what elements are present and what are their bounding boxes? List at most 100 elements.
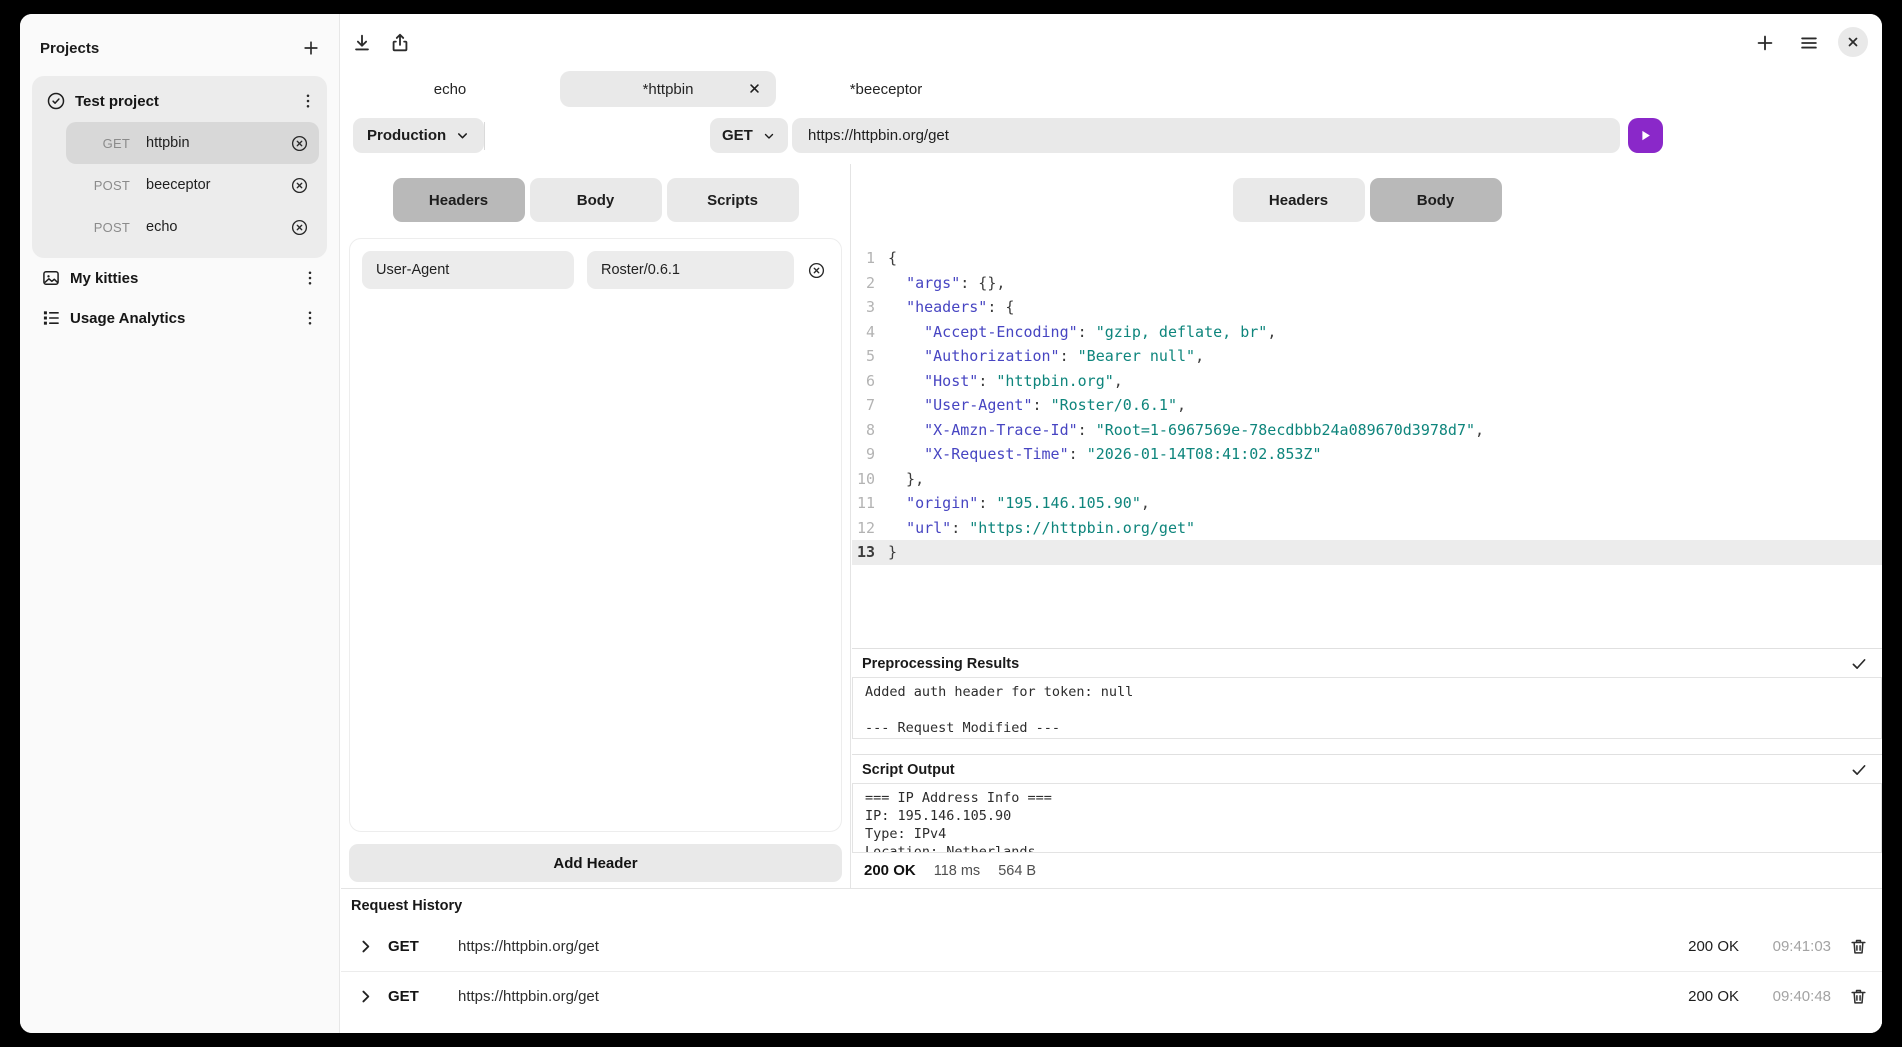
document-tab-echo[interactable]: echo	[341, 71, 559, 107]
history-method: GET	[388, 988, 458, 1005]
check-icon	[1850, 655, 1868, 673]
play-icon	[1638, 128, 1653, 143]
code-line: 12 "url": "https://httpbin.org/get"	[852, 516, 1882, 541]
sidebar-item-usage-analytics[interactable]: Usage Analytics	[20, 298, 339, 338]
line-content: "headers": {	[888, 295, 1014, 320]
my-kitties-kebab-button[interactable]	[301, 268, 319, 288]
send-button[interactable]	[1628, 118, 1663, 153]
history-status: 200 OK	[1688, 988, 1739, 1005]
history-row[interactable]: GEThttps://httpbin.org/get200 OK09:41:03	[341, 921, 1882, 971]
history-status: 200 OK	[1688, 938, 1739, 955]
download-button[interactable]	[351, 32, 373, 54]
sidebar-item-label: My kitties	[70, 270, 301, 287]
sidebar-title: Projects	[40, 40, 99, 57]
clock-check-icon	[46, 91, 66, 111]
line-content: "User-Agent": "Roster/0.6.1",	[888, 393, 1186, 418]
request-history-title: Request History	[341, 889, 1882, 914]
history-row[interactable]: GEThttps://httpbin.org/get200 OK09:40:48	[341, 971, 1882, 1021]
project-request-item[interactable]: POST echo	[66, 206, 319, 248]
expand-row-button[interactable]	[357, 938, 374, 955]
script-output-header[interactable]: Script Output	[852, 754, 1882, 783]
line-number: 12	[852, 516, 875, 541]
project-group-test-project: Test project GEThttpbinPOSTbeeceptorPOST…	[32, 76, 327, 258]
tab-label: echo	[434, 81, 467, 98]
new-tab-button[interactable]	[1754, 32, 1776, 54]
project-request-item[interactable]: GEThttpbin	[66, 122, 319, 164]
code-line: 10 },	[852, 467, 1882, 492]
share-button[interactable]	[389, 32, 411, 54]
add-header-button[interactable]: Add Header	[349, 844, 842, 882]
usage-analytics-kebab-button[interactable]	[301, 308, 319, 328]
script-output-text: === IP Address Info === IP: 195.146.105.…	[852, 783, 1882, 853]
menu-icon	[1798, 32, 1820, 54]
close-request-button[interactable]	[290, 176, 309, 195]
url-input[interactable]	[792, 118, 1620, 153]
status-code: 200 OK	[864, 862, 916, 879]
response-tab-headers[interactable]: Headers	[1233, 178, 1365, 222]
request-headers-card	[349, 238, 842, 832]
project-group-header[interactable]: Test project	[40, 84, 319, 118]
history-time: 09:41:03	[1755, 938, 1831, 955]
circle-x-icon	[290, 134, 309, 153]
request-tab-headers[interactable]: Headers	[393, 178, 525, 222]
delete-history-button[interactable]	[1849, 937, 1868, 956]
download-icon	[351, 32, 373, 54]
delete-history-button[interactable]	[1849, 987, 1868, 1006]
response-panel: HeadersBody 1{2 "args": {},3 "headers": …	[852, 164, 1882, 888]
line-number: 6	[852, 369, 875, 394]
response-tab-body[interactable]: Body	[1370, 178, 1502, 222]
document-tab-beeceptor[interactable]: *beeceptor	[777, 71, 995, 107]
menu-button[interactable]	[1798, 32, 1820, 54]
reqbar-divider	[484, 122, 485, 150]
request-method-label: POST	[66, 220, 130, 235]
header-row	[362, 251, 829, 289]
list-icon	[41, 308, 61, 328]
main-area: echo *httpbin*beeceptor Production GET He…	[341, 14, 1882, 1033]
line-number: 3	[852, 295, 875, 320]
project-group-name: Test project	[75, 93, 299, 110]
project-request-item[interactable]: POSTbeeceptor	[66, 164, 319, 206]
response-status-row: 200 OK 118 ms 564 B	[864, 862, 1036, 879]
trash-icon	[1849, 987, 1868, 1006]
expand-row-button[interactable]	[357, 988, 374, 1005]
plus-icon	[301, 38, 321, 58]
header-key-input[interactable]	[362, 251, 574, 289]
circle-x-icon	[290, 176, 309, 195]
chevron-right-icon	[357, 988, 374, 1005]
header-value-input[interactable]	[587, 251, 794, 289]
code-line: 1{	[852, 246, 1882, 271]
remove-header-button[interactable]	[807, 261, 826, 280]
line-number: 4	[852, 320, 875, 345]
add-project-button[interactable]	[301, 38, 321, 58]
line-content: "url": "https://httpbin.org/get"	[888, 516, 1195, 541]
line-content: },	[888, 467, 924, 492]
request-history: Request History GEThttps://httpbin.org/g…	[341, 888, 1882, 1033]
sidebar-item-my-kitties[interactable]: My kitties	[20, 258, 339, 298]
close-request-button[interactable]	[290, 134, 309, 153]
code-line: 5 "Authorization": "Bearer null",	[852, 344, 1882, 369]
request-bar: Production GET	[341, 118, 1882, 154]
close-window-button[interactable]	[1838, 27, 1868, 57]
close-tab-button[interactable]	[747, 81, 762, 96]
line-content: "X-Amzn-Trace-Id": "Root=1-6967569e-78ec…	[888, 418, 1484, 443]
response-time: 118 ms	[934, 863, 980, 879]
close-request-button[interactable]	[290, 218, 309, 237]
preprocessing-results-header[interactable]: Preprocessing Results	[852, 648, 1882, 677]
request-tab-body[interactable]: Body	[530, 178, 662, 222]
method-dropdown[interactable]: GET	[710, 118, 788, 153]
environment-dropdown[interactable]: Production	[353, 118, 484, 153]
line-content: "X-Request-Time": "2026-01-14T08:41:02.8…	[888, 442, 1322, 467]
request-name-label: echo	[146, 219, 290, 235]
response-body-code[interactable]: 1{2 "args": {},3 "headers": {4 "Accept-E…	[852, 238, 1882, 642]
line-content: "args": {},	[888, 271, 1005, 296]
topbar	[341, 14, 1882, 70]
trash-icon	[1849, 937, 1868, 956]
project-group-kebab-button[interactable]	[299, 91, 317, 111]
request-name-label: httpbin	[146, 135, 290, 151]
close-icon	[747, 81, 762, 96]
request-tab-scripts[interactable]: Scripts	[667, 178, 799, 222]
app-window: Projects Test project GEThttpbinPOSTbeec…	[20, 14, 1882, 1033]
code-line: 8 "X-Amzn-Trace-Id": "Root=1-6967569e-78…	[852, 418, 1882, 443]
environment-label: Production	[367, 127, 446, 144]
document-tab-httpbin[interactable]: *httpbin	[560, 71, 776, 107]
